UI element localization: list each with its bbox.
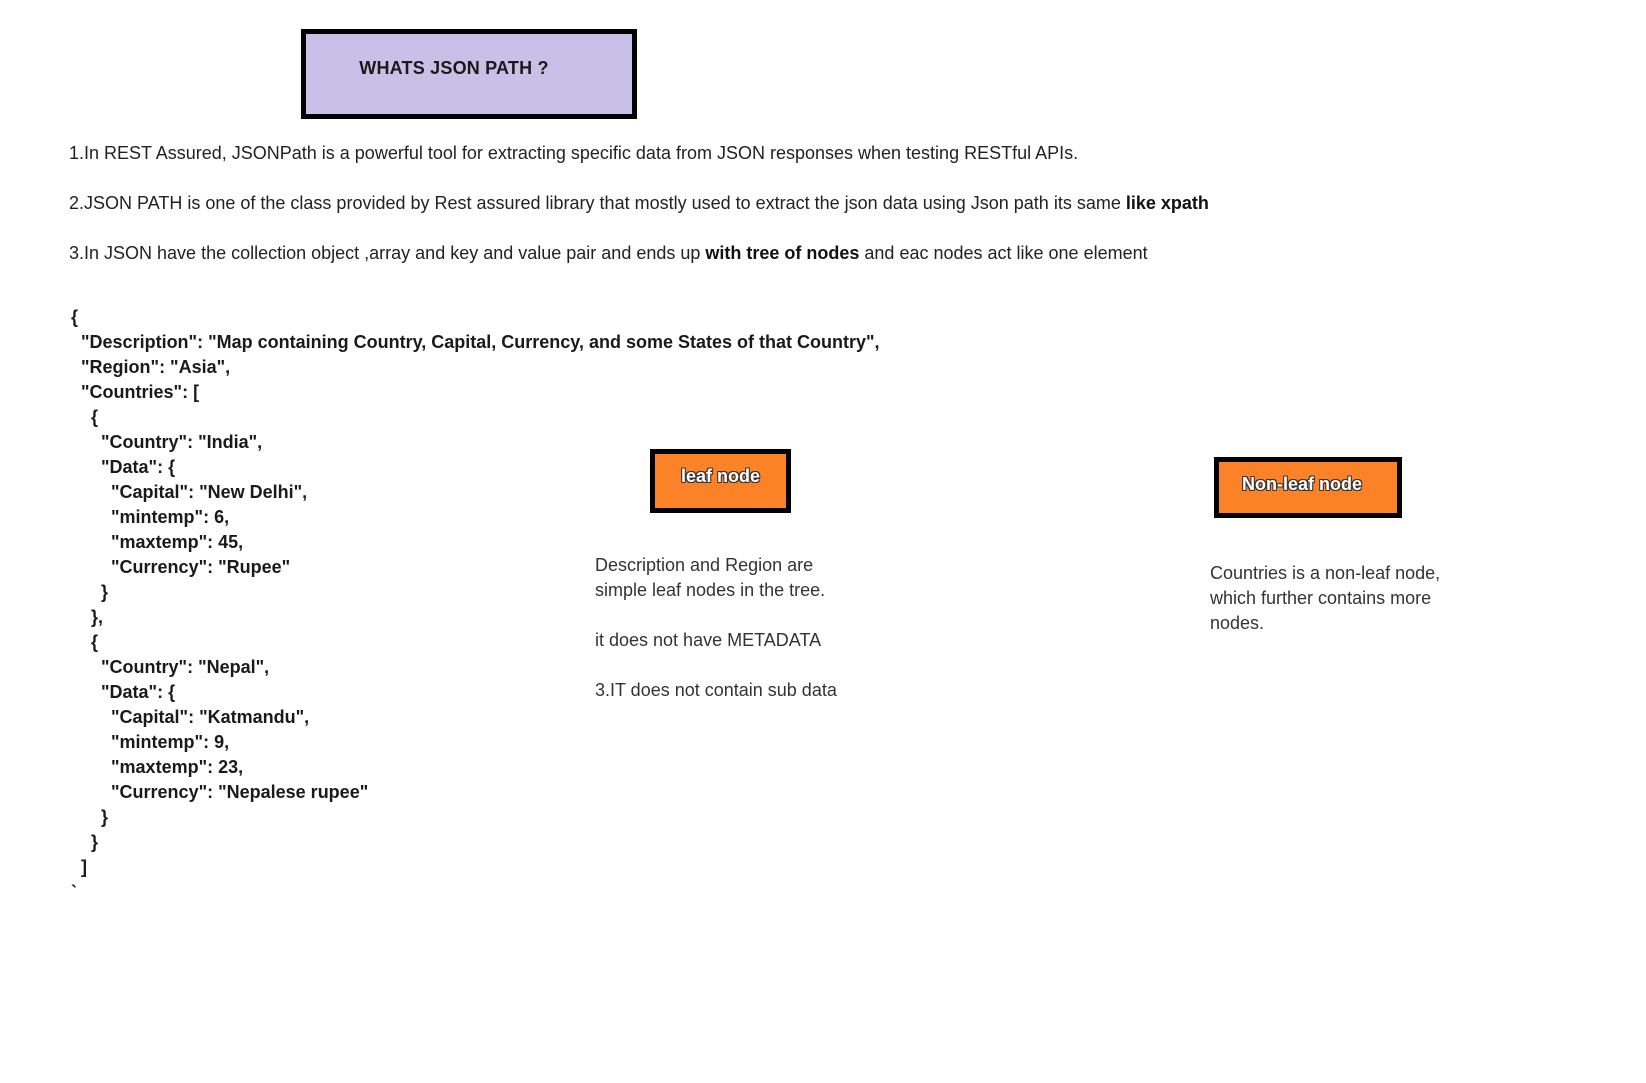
leaf-note-line-1: Description and Region are: [595, 555, 814, 575]
leaf-note-line-4: 3.IT does not contain sub data: [595, 680, 837, 700]
point-3-bold: with tree of nodes: [705, 243, 860, 263]
leaf-node-box: leaf node: [650, 449, 791, 513]
page-title: WHATS JSON PATH ?: [359, 57, 549, 78]
point-2-text: 2.JSON PATH is one of the class provided…: [69, 193, 1126, 213]
non-leaf-node-label: Non-leaf node: [1242, 474, 1362, 494]
title-box: WHATS JSON PATH ?: [301, 29, 637, 119]
leaf-node-notes: Description and Region are simple leaf n…: [595, 553, 837, 703]
point-2-bold: like xpath: [1125, 193, 1209, 213]
non-leaf-note-line-3: nodes.: [1210, 613, 1265, 633]
non-leaf-node-box: Non-leaf node: [1214, 457, 1402, 518]
leaf-note-line-2: simple leaf nodes in the tree.: [595, 580, 826, 600]
point-2: 2.JSON PATH is one of the class provided…: [69, 193, 1209, 214]
non-leaf-node-notes: Countries is a non-leaf node, which furt…: [1210, 561, 1440, 636]
point-3-post: and eac nodes act like one element: [859, 243, 1148, 263]
point-1: 1.In REST Assured, JSONPath is a powerfu…: [69, 143, 1079, 163]
non-leaf-note-line-1: Countries is a non-leaf node,: [1210, 563, 1441, 583]
leaf-note-line-3: it does not have METADATA: [595, 630, 822, 650]
point-3-pre: 3.In JSON have the collection object ,ar…: [69, 243, 706, 263]
leaf-node-label: leaf node: [680, 466, 760, 486]
non-leaf-note-line-2: which further contains more: [1210, 588, 1432, 608]
point-3: 3.In JSON have the collection object ,ar…: [69, 243, 1148, 264]
